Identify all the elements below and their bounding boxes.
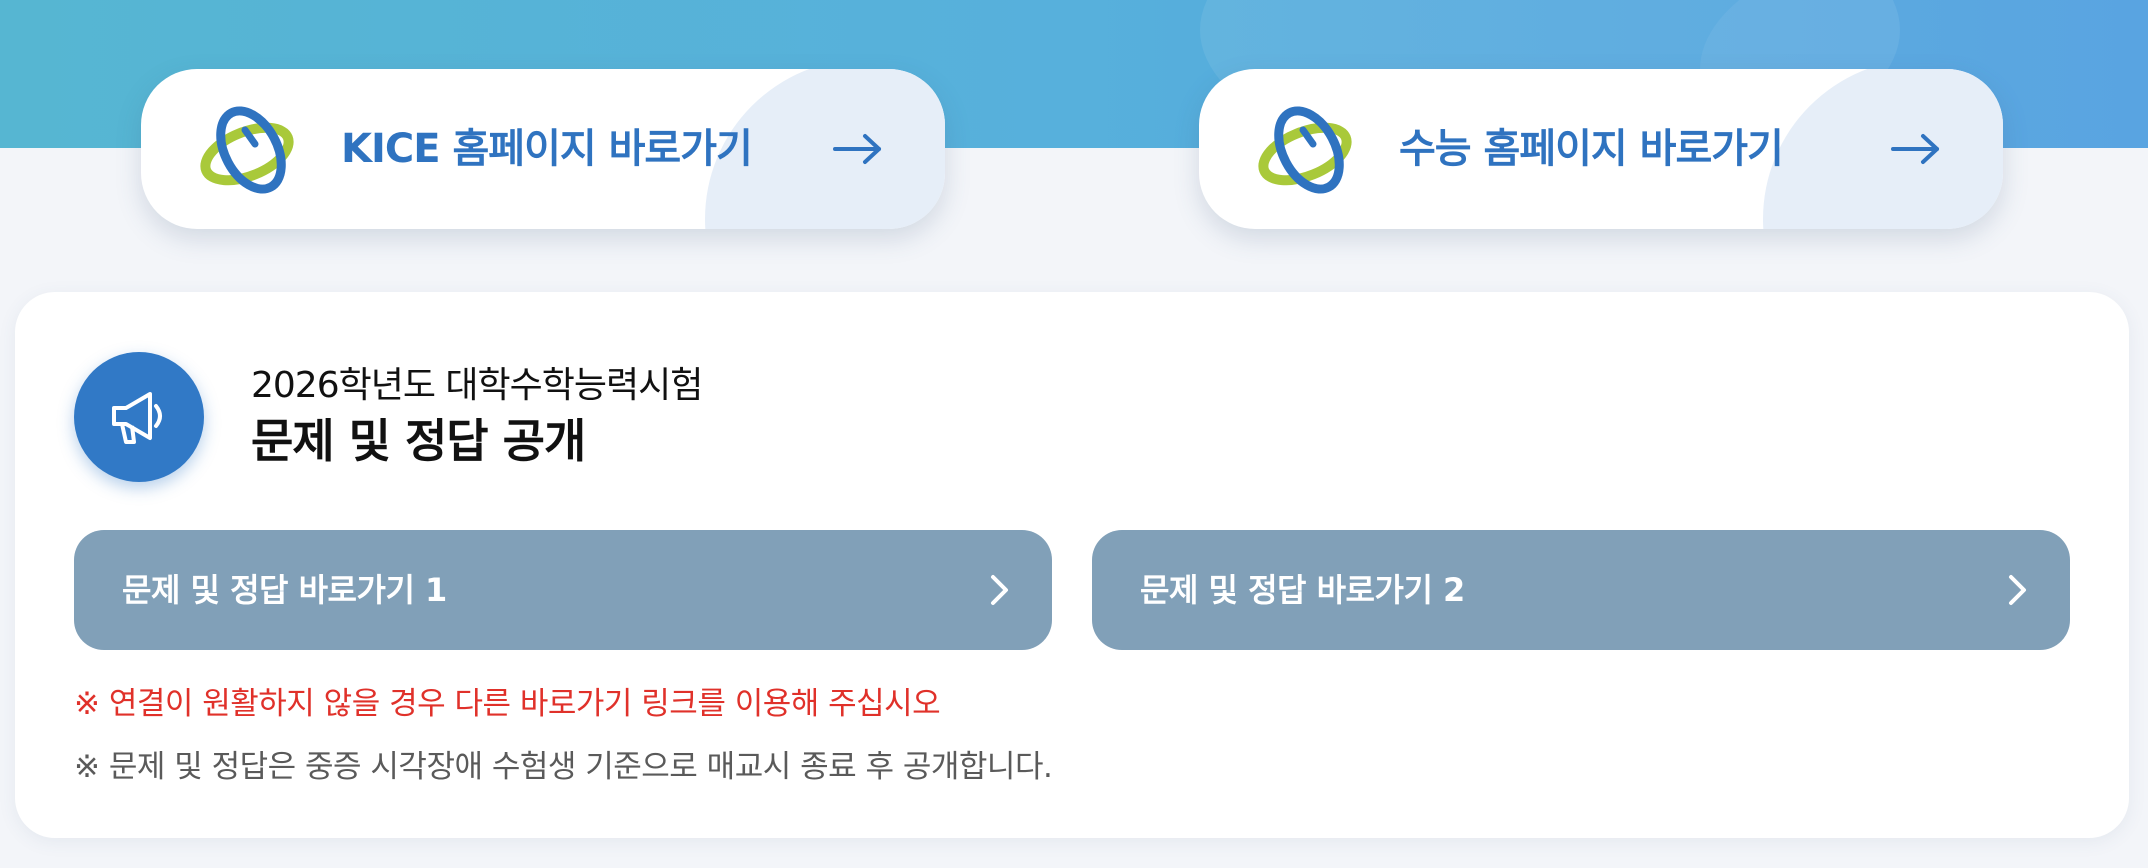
answers-link-button-2[interactable]: 문제 및 정답 바로가기 2 xyxy=(1092,530,2070,650)
megaphone-badge xyxy=(74,352,204,482)
kice-logo-icon xyxy=(200,106,294,194)
card-decoration xyxy=(1763,69,2003,229)
exam-title: 문제 및 정답 공개 xyxy=(251,414,586,468)
release-info-note: ※ 문제 및 정답은 중증 시각장애 수험생 기준으로 매교시 종료 후 공개합… xyxy=(74,749,1053,785)
kice-homepage-link[interactable]: KICE 홈페이지 바로가기 xyxy=(141,69,945,229)
answers-link-label-1: 문제 및 정답 바로가기 1 xyxy=(122,571,447,609)
chevron-right-icon xyxy=(991,575,1008,605)
answers-link-button-1[interactable]: 문제 및 정답 바로가기 1 xyxy=(74,530,1052,650)
kice-logo-icon xyxy=(1258,106,1352,194)
arrow-right-icon xyxy=(833,134,881,164)
chevron-right-icon xyxy=(2009,575,2026,605)
megaphone-icon xyxy=(112,392,162,444)
csat-homepage-label: 수능 홈페이지 바로가기 xyxy=(1399,126,1784,172)
kice-homepage-label: KICE 홈페이지 바로가기 xyxy=(341,126,753,172)
answers-link-label-2: 문제 및 정답 바로가기 2 xyxy=(1140,571,1465,609)
connection-warning-note: ※ 연결이 원활하지 않을 경우 다른 바로가기 링크를 이용해 주십시오 xyxy=(74,686,941,722)
exam-subtitle: 2026학년도 대학수학능력시험 xyxy=(251,365,703,406)
arrow-right-icon xyxy=(1891,134,1939,164)
csat-homepage-link[interactable]: 수능 홈페이지 바로가기 xyxy=(1199,69,2003,229)
exam-notice-card: 2026학년도 대학수학능력시험 문제 및 정답 공개 문제 및 정답 바로가기… xyxy=(15,292,2129,838)
